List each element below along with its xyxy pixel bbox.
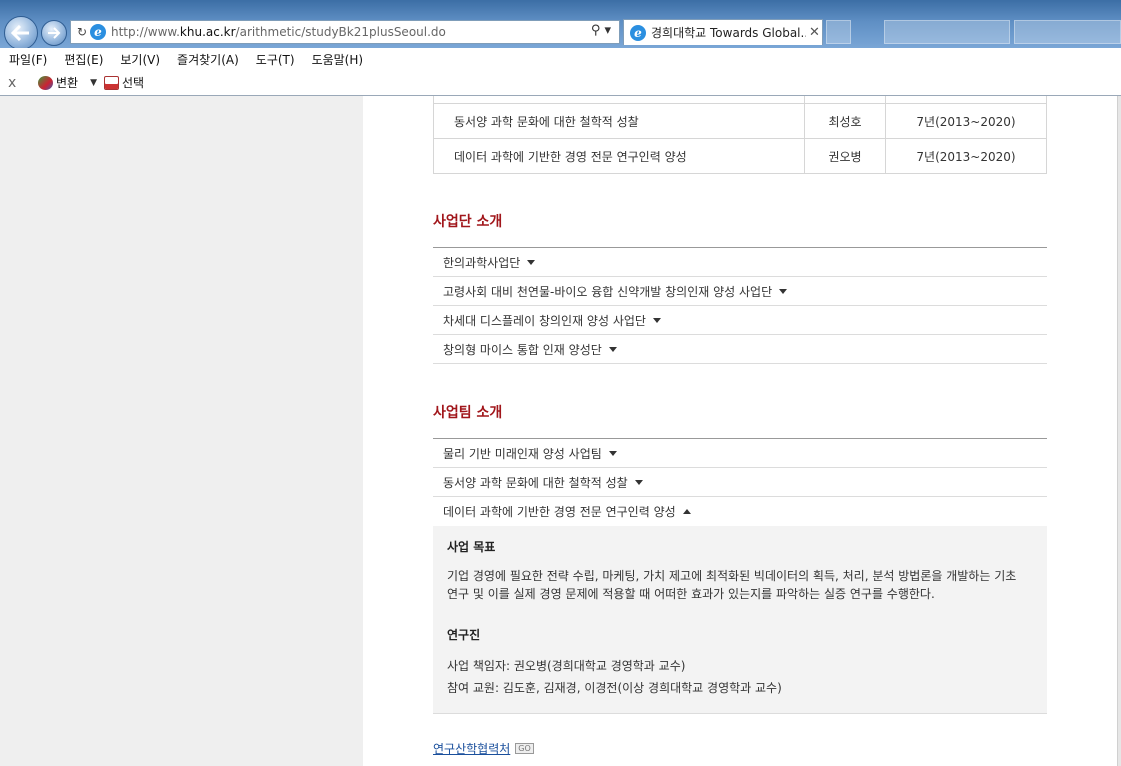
table-cell-title: 동서양 과학 문화에 대한 철학적 성찰 bbox=[433, 103, 805, 139]
staff-lead: 사업 책임자: 권오병(경희대학교 경영학과 교수) bbox=[447, 659, 686, 673]
accordion-panel: 사업 목표 기업 경영에 필요한 전략 수립, 마케팅, 가치 제고에 최적화된… bbox=[433, 526, 1047, 714]
table-row: 동서양 과학 문화에 대한 철학적 성찰 최성호 7년(2013~2020) bbox=[433, 103, 1047, 139]
section-title-teams: 사업팀 소개 bbox=[433, 405, 503, 421]
table-cell-lead: 권오병 bbox=[804, 138, 886, 174]
table-cell-title: 데이터 과학에 기반한 경영 전문 연구인력 양성 bbox=[433, 138, 805, 174]
accordion-item[interactable]: 차세대 디스플레이 창의인재 양성 사업단 bbox=[433, 306, 1047, 335]
command-toolbar: x 변환 ▼ 선택 bbox=[0, 70, 1121, 96]
goal-text: 연구 및 이를 실제 경영 문제에 적용할 때 어떠한 효과가 있는지를 파악하… bbox=[447, 587, 935, 601]
research-office-link[interactable]: 연구산학협력처 bbox=[433, 740, 510, 757]
caret-up-icon bbox=[682, 509, 691, 514]
menu-help[interactable]: 도움말(H) bbox=[312, 51, 364, 68]
back-arrow-icon bbox=[11, 25, 29, 41]
convert-label: 변환 bbox=[56, 76, 79, 90]
menu-bar: 파일(F) 편집(E) 보기(V) 즐겨찾기(A) 도구(T) 도움말(H) bbox=[0, 48, 1121, 70]
menu-view[interactable]: 보기(V) bbox=[120, 51, 160, 68]
tab-inactive[interactable] bbox=[1014, 20, 1121, 44]
convert-icon bbox=[38, 75, 53, 90]
accordion-item-label: 데이터 과학에 기반한 경영 전문 연구인력 양성 bbox=[443, 505, 676, 519]
table-cell-period: 7년(2013~2020) bbox=[885, 103, 1047, 139]
table-row bbox=[433, 96, 1047, 104]
table-cell-period bbox=[885, 96, 1047, 104]
accordion-item-label: 고령사회 대비 천연물-바이오 융합 신약개발 창의인재 양성 사업단 bbox=[443, 284, 773, 299]
accordion-item[interactable]: 창의형 마이스 통합 인재 양성단 bbox=[433, 335, 1047, 364]
table-cell-lead bbox=[804, 96, 886, 104]
section-title-groups: 사업단 소개 bbox=[433, 214, 503, 230]
goal-text: 기업 경영에 필요한 전략 수립, 마케팅, 가치 제고에 최적화된 빅데이터의… bbox=[447, 569, 1017, 583]
accordion-item-label: 동서양 과학 문화에 대한 철학적 성찰 bbox=[443, 475, 628, 490]
caret-down-icon bbox=[527, 259, 536, 265]
close-icon[interactable]: ✕ bbox=[809, 25, 820, 40]
menu-file[interactable]: 파일(F) bbox=[9, 51, 47, 68]
table-cell-period: 7년(2013~2020) bbox=[885, 138, 1047, 174]
accordion-item[interactable]: 물리 기반 미래인재 양성 사업팀 bbox=[433, 439, 1047, 468]
table-cell-title bbox=[433, 96, 805, 104]
caret-down-icon bbox=[608, 450, 617, 456]
accordion-item-label: 창의형 마이스 통합 인재 양성단 bbox=[443, 342, 602, 357]
footer-link-row: 연구산학협력처 GO bbox=[433, 740, 534, 757]
accordion-groups: 한의과학사업단 고령사회 대비 천연물-바이오 융합 신약개발 창의인재 양성 … bbox=[433, 247, 1047, 364]
address-url[interactable]: http://www.khu.ac.kr/arithmetic/studyBk2… bbox=[111, 25, 446, 39]
select-button[interactable]: 선택 bbox=[104, 74, 144, 91]
toolbar-close-button[interactable]: x bbox=[8, 75, 22, 91]
staff-heading: 연구진 bbox=[447, 628, 481, 642]
accordion-item[interactable]: 고령사회 대비 천연물-바이오 융합 신약개발 창의인재 양성 사업단 bbox=[433, 277, 1047, 306]
forward-button[interactable] bbox=[41, 20, 67, 46]
accordion-item[interactable]: 동서양 과학 문화에 대한 철학적 성찰 bbox=[433, 468, 1047, 497]
refresh-icon[interactable]: ↻ bbox=[74, 25, 90, 39]
accordion-item-expanded[interactable]: 데이터 과학에 기반한 경영 전문 연구인력 양성 bbox=[433, 497, 1047, 526]
search-icon[interactable]: ⚲ ▾ bbox=[591, 23, 611, 38]
staff-members: 참여 교원: 김도훈, 김재경, 이경전(이상 경희대학교 경영학과 교수) bbox=[447, 681, 782, 695]
caret-down-icon bbox=[652, 317, 661, 323]
ie-logo-icon: e bbox=[90, 24, 106, 40]
page-viewport[interactable]: 동서양 과학 문화에 대한 철학적 성찰 최성호 7년(2013~2020) 데… bbox=[0, 96, 1121, 766]
select-label: 선택 bbox=[122, 76, 145, 90]
accordion-item-label: 한의과학사업단 bbox=[443, 255, 521, 270]
accordion-item[interactable]: 한의과학사업단 bbox=[433, 248, 1047, 277]
scrollbar[interactable] bbox=[1117, 96, 1121, 766]
menu-favorites[interactable]: 즐겨찾기(A) bbox=[177, 51, 239, 68]
table-row: 데이터 과학에 기반한 경영 전문 연구인력 양성 권오병 7년(2013~20… bbox=[433, 138, 1047, 174]
select-icon bbox=[104, 75, 120, 90]
ie-logo-icon: e bbox=[630, 24, 646, 41]
accordion-item-label: 차세대 디스플레이 창의인재 양성 사업단 bbox=[443, 313, 646, 328]
accordion-item-label: 물리 기반 미래인재 양성 사업팀 bbox=[443, 446, 602, 461]
goal-heading: 사업 목표 bbox=[447, 540, 496, 554]
dropdown-icon[interactable]: ▼ bbox=[90, 78, 97, 88]
tab-title: 경희대학교 Towards Global... bbox=[651, 26, 806, 40]
tab-inactive[interactable] bbox=[884, 20, 1010, 44]
tab-inactive[interactable] bbox=[826, 20, 851, 44]
go-badge[interactable]: GO bbox=[515, 743, 534, 754]
tab-active[interactable]: e 경희대학교 Towards Global... ✕ bbox=[623, 19, 823, 45]
menu-tools[interactable]: 도구(T) bbox=[256, 51, 295, 68]
convert-button[interactable]: 변환 bbox=[38, 74, 78, 91]
caret-down-icon bbox=[634, 479, 643, 485]
back-button[interactable] bbox=[4, 16, 38, 50]
menu-edit[interactable]: 편집(E) bbox=[64, 51, 103, 68]
forward-arrow-icon bbox=[48, 27, 61, 39]
table-cell-lead: 최성호 bbox=[804, 103, 886, 139]
caret-down-icon bbox=[779, 288, 788, 294]
left-gutter bbox=[0, 96, 363, 766]
browser-titlebar: ↻ e http://www.khu.ac.kr/arithmetic/stud… bbox=[0, 0, 1121, 50]
address-bar[interactable]: ↻ e http://www.khu.ac.kr/arithmetic/stud… bbox=[70, 20, 620, 44]
caret-down-icon bbox=[608, 346, 617, 352]
project-table: 동서양 과학 문화에 대한 철학적 성찰 최성호 7년(2013~2020) 데… bbox=[433, 96, 1047, 174]
accordion-teams: 물리 기반 미래인재 양성 사업팀 동서양 과학 문화에 대한 철학적 성찰 데… bbox=[433, 438, 1047, 714]
